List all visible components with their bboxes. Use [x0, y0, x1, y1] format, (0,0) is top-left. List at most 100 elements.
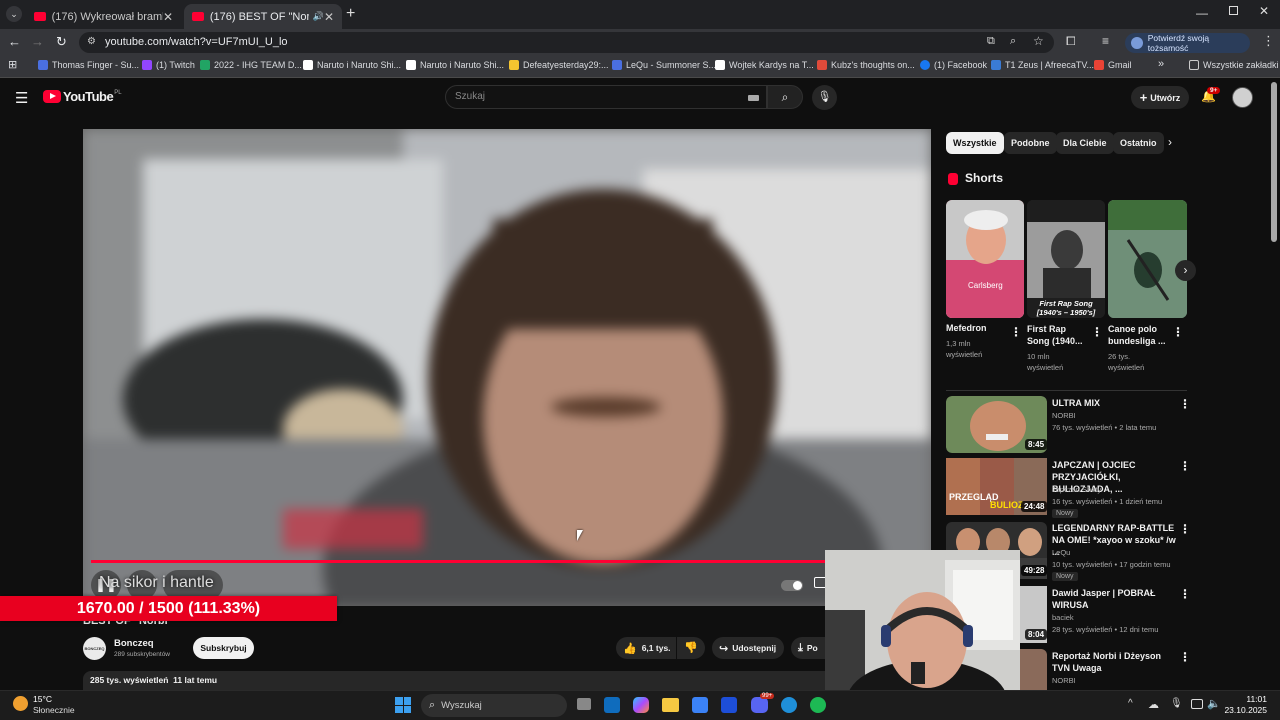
- more-options-icon[interactable]: ⋮: [1179, 459, 1191, 473]
- page-scrollbar[interactable]: [1271, 82, 1277, 242]
- forward-icon[interactable]: →: [31, 34, 44, 49]
- tab-search-menu-button[interactable]: ⌄: [6, 6, 22, 22]
- outlook-icon[interactable]: [604, 697, 620, 713]
- weather-text: Słonecznie: [33, 705, 75, 715]
- file-explorer-icon[interactable]: [662, 698, 679, 712]
- bookmark-item[interactable]: 2022 - IHG TEAM D...: [200, 60, 302, 70]
- network-icon[interactable]: [1191, 699, 1203, 709]
- voice-search-icon[interactable]: 🎙: [812, 85, 837, 110]
- keyboard-icon[interactable]: [748, 95, 759, 101]
- spotify-icon[interactable]: [810, 697, 826, 713]
- site-info-icon[interactable]: ⚙: [87, 36, 96, 47]
- bookmark-item[interactable]: Naruto i Naruto Shi...: [303, 60, 401, 70]
- subscribe-button[interactable]: Subskrybuj: [193, 637, 254, 659]
- bookmark-item[interactable]: Naruto i Naruto Shi...: [406, 60, 504, 70]
- chip-related[interactable]: Podobne: [1004, 132, 1057, 154]
- address-bar[interactable]: ⚙ youtube.com/watch?v=UF7mUI_U_lo ⧉ ⌕ ☆: [79, 32, 1054, 53]
- video-frame: [83, 129, 931, 606]
- progress-bar-track[interactable]: [91, 557, 923, 566]
- copilot-icon[interactable]: [633, 697, 649, 713]
- short-card-2[interactable]: First Rap Song [1940's – 1950's]: [1027, 200, 1105, 318]
- bookmark-item[interactable]: Thomas Finger - Su...: [38, 60, 139, 70]
- bookmark-item[interactable]: Defeatyesterday29:...: [509, 60, 609, 70]
- bookmark-item[interactable]: Kubz's thoughts on...: [817, 60, 915, 70]
- onedrive-icon[interactable]: ☁: [1148, 698, 1159, 711]
- bookmark-item[interactable]: Gmail: [1094, 60, 1132, 70]
- tab-2[interactable]: (176) BEST OF "Norbi" - You 🔊 ✕: [184, 4, 342, 29]
- close-tab-icon[interactable]: ✕: [163, 10, 173, 24]
- tab-menu-icon[interactable]: ≡: [1102, 34, 1109, 48]
- edge-icon[interactable]: [781, 697, 797, 713]
- hamburger-menu-icon[interactable]: ☰: [15, 89, 28, 107]
- short-title[interactable]: Canoe polo bundesliga ...: [1108, 323, 1170, 347]
- more-options-icon[interactable]: ⋮: [1172, 325, 1184, 339]
- bookmark-item[interactable]: Wojtek Kardys na T...: [715, 60, 814, 70]
- bookmark-item[interactable]: LeQu - Summoner S...: [612, 60, 716, 70]
- bookmark-item[interactable]: (1) Twitch: [142, 60, 195, 70]
- share-label: Udostępnij: [732, 643, 777, 653]
- apps-grid-icon[interactable]: ⊞: [8, 58, 17, 71]
- store-icon[interactable]: [692, 697, 708, 713]
- chip-all[interactable]: Wszystkie: [946, 132, 1004, 154]
- close-tab-icon[interactable]: ✕: [324, 10, 334, 24]
- more-options-icon[interactable]: ⋮: [1179, 522, 1191, 536]
- reload-icon[interactable]: ↻: [56, 34, 67, 50]
- create-button[interactable]: + Utwórz: [1131, 86, 1189, 109]
- microphone-icon[interactable]: 🎙: [1170, 698, 1183, 709]
- tab-1[interactable]: (176) Wykreował bramkę z NIC ✕: [26, 4, 181, 29]
- youtube-logo[interactable]: YouTube PL: [43, 89, 122, 104]
- avatar[interactable]: [1232, 87, 1253, 108]
- bookmark-star-icon[interactable]: ☆: [1033, 34, 1044, 48]
- chip-for-you[interactable]: Dla Ciebie: [1056, 132, 1114, 154]
- more-options-icon[interactable]: ⋮: [1179, 397, 1191, 411]
- taskbar-search[interactable]: ⌕ Wyszukaj: [421, 694, 567, 717]
- profile-verify-button[interactable]: Potwierdź swoją tożsamość: [1125, 33, 1250, 53]
- channel-name[interactable]: Bonczeq: [114, 638, 154, 649]
- chips-next-chevron-icon[interactable]: ›: [1168, 135, 1172, 149]
- more-options-icon[interactable]: ⋮: [1091, 325, 1103, 339]
- task-view-icon[interactable]: [577, 698, 591, 710]
- tray-chevron-icon[interactable]: ^: [1128, 698, 1133, 709]
- back-icon[interactable]: ←: [8, 34, 21, 49]
- shorts-next-button[interactable]: ›: [1175, 260, 1196, 281]
- clock-date[interactable]: 23.10.2025: [1217, 705, 1267, 715]
- like-button[interactable]: 👍 6,1 tys.: [616, 637, 676, 659]
- more-bookmarks-icon[interactable]: »: [1158, 58, 1164, 70]
- video-player[interactable]: ❚❚ Na sikor i hantle: [83, 129, 931, 606]
- app-icon[interactable]: [721, 697, 737, 713]
- more-options-icon[interactable]: ⋮: [1179, 587, 1191, 601]
- bookmark-item[interactable]: T1 Zeus | AfreecaTV...: [991, 60, 1094, 70]
- maximize-icon[interactable]: [1229, 6, 1238, 15]
- short-card-1[interactable]: Carlsberg: [946, 200, 1024, 318]
- extensions-icon[interactable]: ⧠: [1066, 34, 1076, 49]
- rec-row[interactable]: 8:45 ULTRA MIX NORBI 76 tys. wyświetleń …: [946, 396, 1192, 453]
- more-options-icon[interactable]: ⋮: [1179, 650, 1191, 664]
- autoplay-toggle[interactable]: [781, 580, 803, 591]
- chrome-menu-icon[interactable]: ⋮: [1262, 33, 1275, 49]
- search-input[interactable]: Szukaj: [445, 85, 767, 109]
- dislike-button[interactable]: 👎: [677, 637, 705, 659]
- install-app-icon[interactable]: ⧉: [987, 35, 995, 48]
- short-title[interactable]: First Rap Song (1940...: [1027, 323, 1089, 347]
- short-card-3[interactable]: [1108, 200, 1187, 318]
- new-tab-button[interactable]: +: [346, 5, 355, 23]
- close-window-icon[interactable]: ✕: [1259, 4, 1269, 18]
- channel-avatar[interactable]: BONCZEQ: [83, 637, 106, 660]
- search-button[interactable]: ⌕: [767, 85, 803, 109]
- minimize-icon[interactable]: —: [1196, 6, 1208, 20]
- all-bookmarks-folder[interactable]: Wszystkie zakładki: [1189, 60, 1279, 70]
- discord-icon[interactable]: [751, 697, 768, 713]
- more-options-icon[interactable]: ⋮: [1010, 325, 1022, 339]
- rec-row[interactable]: PRZEGLĄD BULIOZ 24:48 JAPCZAN | OJCIEC PR…: [946, 458, 1192, 518]
- bookmark-item[interactable]: (1) Facebook: [920, 60, 987, 70]
- folder-icon: [1189, 60, 1199, 70]
- weather-icon[interactable]: [13, 696, 28, 711]
- zoom-icon[interactable]: ⌕: [1010, 35, 1016, 48]
- short-title[interactable]: Mefedron: [946, 323, 1006, 333]
- audio-playing-icon[interactable]: 🔊: [313, 11, 324, 22]
- chip-recent[interactable]: Ostatnio: [1113, 132, 1164, 154]
- windows-start-icon[interactable]: [395, 697, 411, 713]
- share-button[interactable]: ↪ Udostępnij: [712, 637, 784, 659]
- mail-badge: 99+: [760, 693, 775, 699]
- clock-time[interactable]: 11:01: [1227, 694, 1267, 704]
